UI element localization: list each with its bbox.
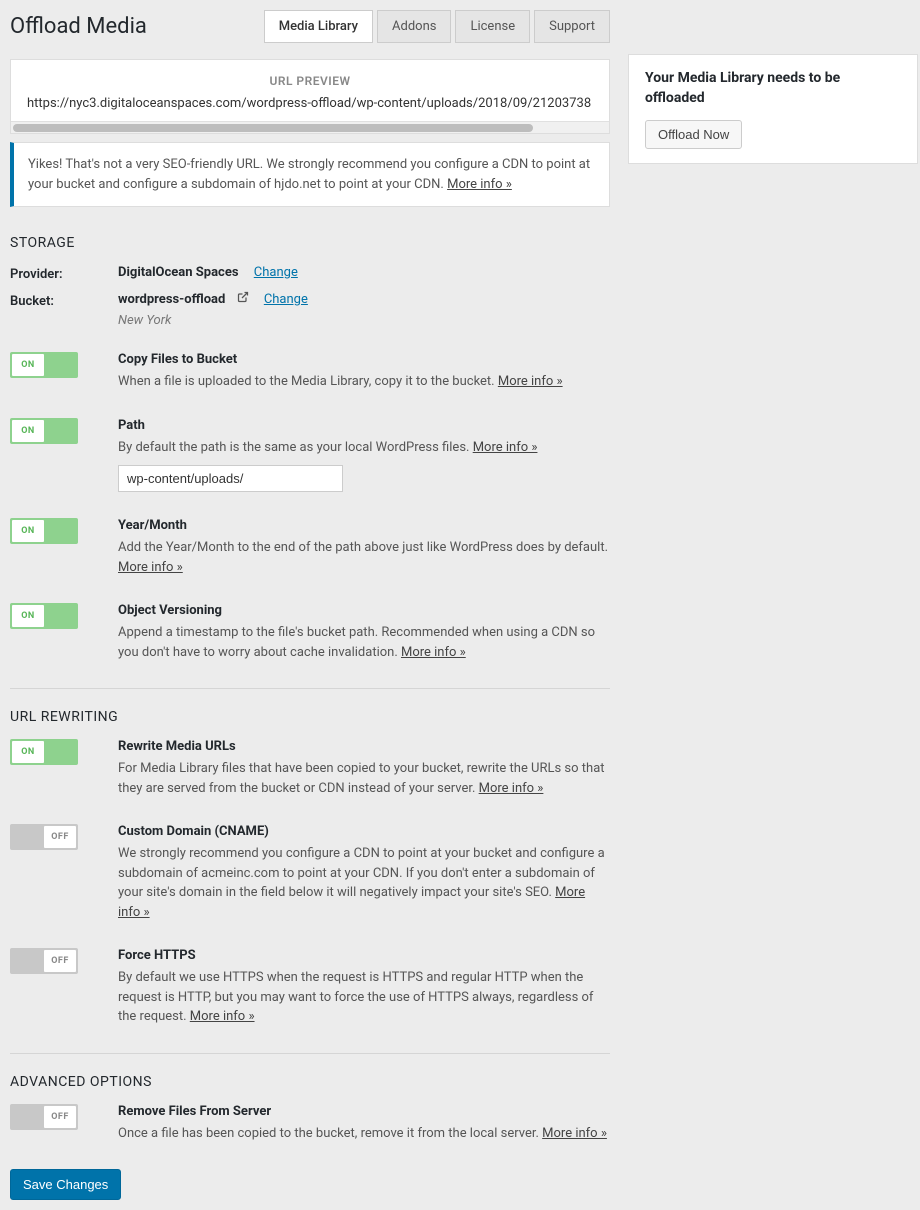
toggle-copy-files[interactable]: ON <box>10 352 78 378</box>
path-more-info[interactable]: More info » <box>473 440 538 455</box>
rewrite-desc: For Media Library files that have been c… <box>118 759 610 798</box>
copy-files-desc: When a file is uploaded to the Media Lib… <box>118 372 610 392</box>
yearmonth-title: Year/Month <box>118 518 610 533</box>
section-storage: STORAGE <box>10 235 610 251</box>
cname-desc-text: We strongly recommend you configure a CD… <box>118 846 605 900</box>
offload-sidebar-panel: Your Media Library needs to be offloaded… <box>628 54 918 164</box>
bucket-value: wordpress-offload <box>118 292 225 307</box>
yearmonth-desc: Add the Year/Month to the end of the pat… <box>118 538 610 577</box>
url-preview-scrollbar[interactable] <box>11 121 609 133</box>
toggle-knob: ON <box>12 741 44 763</box>
toggle-versioning[interactable]: ON <box>10 603 78 629</box>
divider <box>10 688 610 689</box>
path-desc: By default the path is the same as your … <box>118 438 610 458</box>
tab-media-library[interactable]: Media Library <box>264 10 373 43</box>
versioning-desc-text: Append a timestamp to the file's bucket … <box>118 625 595 660</box>
tab-support[interactable]: Support <box>534 10 610 43</box>
save-changes-button[interactable]: Save Changes <box>10 1169 121 1200</box>
toggle-knob: ON <box>12 520 44 542</box>
toggle-knob: ON <box>12 605 44 627</box>
versioning-title: Object Versioning <box>118 603 610 618</box>
path-title: Path <box>118 418 610 433</box>
toggle-knob: OFF <box>44 1106 76 1128</box>
section-advanced: ADVANCED OPTIONS <box>10 1074 610 1090</box>
url-preview-panel: URL PREVIEW https://nyc3.digitaloceanspa… <box>10 59 610 134</box>
https-title: Force HTTPS <box>118 948 610 963</box>
copy-files-title: Copy Files to Bucket <box>118 352 610 367</box>
versioning-more-info[interactable]: More info » <box>401 645 466 660</box>
rewrite-title: Rewrite Media URLs <box>118 739 610 754</box>
toggle-path[interactable]: ON <box>10 418 78 444</box>
divider <box>10 1053 610 1054</box>
provider-change-link[interactable]: Change <box>254 265 298 280</box>
url-preview-text: https://nyc3.digitaloceanspaces.com/word… <box>11 96 609 121</box>
page-title: Offload Media <box>10 14 147 39</box>
toggle-custom-domain[interactable]: OFF <box>10 824 78 850</box>
external-link-icon[interactable] <box>237 291 249 306</box>
toggle-force-https[interactable]: OFF <box>10 948 78 974</box>
provider-label: Provider: <box>10 265 118 282</box>
https-more-info[interactable]: More info » <box>190 1009 255 1024</box>
remove-more-info[interactable]: More info » <box>542 1126 607 1141</box>
toggle-knob: OFF <box>44 950 76 972</box>
rewrite-more-info[interactable]: More info » <box>479 781 544 796</box>
seo-notice: Yikes! That's not a very SEO-friendly UR… <box>10 142 610 207</box>
versioning-desc: Append a timestamp to the file's bucket … <box>118 623 610 662</box>
offload-sidebar-title: Your Media Library needs to be offloaded <box>645 69 901 108</box>
https-desc: By default we use HTTPS when the request… <box>118 968 610 1027</box>
toggle-remove-files[interactable]: OFF <box>10 1104 78 1130</box>
path-input[interactable] <box>118 465 343 492</box>
scrollbar-thumb[interactable] <box>13 124 533 132</box>
provider-value: DigitalOcean Spaces <box>118 265 239 280</box>
remove-title: Remove Files From Server <box>118 1104 610 1119</box>
cname-title: Custom Domain (CNAME) <box>118 824 610 839</box>
tab-addons[interactable]: Addons <box>377 10 451 43</box>
remove-desc: Once a file has been copied to the bucke… <box>118 1124 610 1144</box>
offload-now-button[interactable]: Offload Now <box>645 120 742 149</box>
toggle-knob: ON <box>12 354 44 376</box>
toggle-year-month[interactable]: ON <box>10 518 78 544</box>
section-url-rewriting: URL REWRITING <box>10 709 610 725</box>
cname-desc: We strongly recommend you configure a CD… <box>118 844 610 922</box>
seo-notice-more-info[interactable]: More info » <box>447 177 512 192</box>
bucket-label: Bucket: <box>10 292 118 309</box>
yearmonth-desc-text: Add the Year/Month to the end of the pat… <box>118 540 608 555</box>
yearmonth-more-info[interactable]: More info » <box>118 560 183 575</box>
toggle-knob: OFF <box>44 826 76 848</box>
tab-bar: Media Library Addons License Support <box>264 10 610 43</box>
bucket-change-link[interactable]: Change <box>264 292 308 307</box>
tab-license[interactable]: License <box>455 10 530 43</box>
toggle-knob: ON <box>12 420 44 442</box>
copy-files-more-info[interactable]: More info » <box>498 374 563 389</box>
copy-files-desc-text: When a file is uploaded to the Media Lib… <box>118 374 498 389</box>
toggle-rewrite-urls[interactable]: ON <box>10 739 78 765</box>
remove-desc-text: Once a file has been copied to the bucke… <box>118 1126 542 1141</box>
url-preview-label: URL PREVIEW <box>11 60 609 96</box>
path-desc-text: By default the path is the same as your … <box>118 440 473 455</box>
bucket-region: New York <box>118 313 308 328</box>
